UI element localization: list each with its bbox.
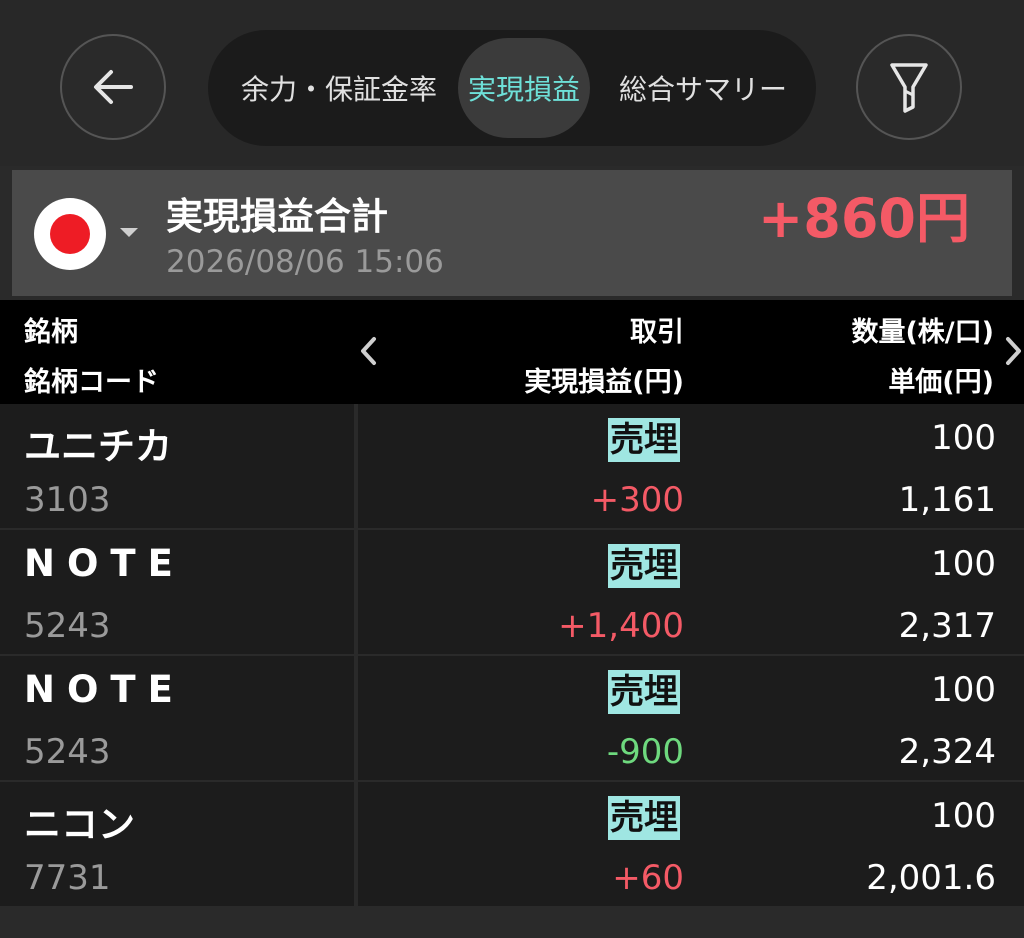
realized-pnl-value: +1,400 <box>558 606 684 646</box>
stock-code: 7731 <box>24 858 111 898</box>
stock-name: NOTE <box>24 668 185 711</box>
flag-circle <box>50 214 90 254</box>
arrow-left-icon <box>94 70 133 104</box>
stock-code: 3103 <box>24 480 111 520</box>
stock-name: NOTE <box>24 542 185 585</box>
segmented-tabs: 余力・保証金率 実現損益 総合サマリー <box>208 30 816 146</box>
tab-summary[interactable]: 総合サマリー <box>600 38 806 138</box>
realized-pnl-value: +300 <box>590 480 684 520</box>
trade-type-badge: 売埋 <box>608 796 680 840</box>
japan-flag-icon[interactable] <box>34 198 106 270</box>
trade-type-badge: 売埋 <box>608 670 680 714</box>
header-stock: 銘柄 <box>24 317 78 348</box>
stock-cell: NOTE 5243 <box>0 656 354 780</box>
tab-realized-pnl[interactable]: 実現損益 <box>458 38 590 138</box>
quantity-value: 100 <box>931 796 996 836</box>
chevron-left-icon[interactable] <box>358 336 380 366</box>
table-row[interactable]: ユニチカ 3103 売埋 +300 100 1,161 <box>0 404 1024 528</box>
unit-price-value: 2,324 <box>898 732 996 772</box>
stock-code: 5243 <box>24 732 111 772</box>
stock-name: ユニチカ <box>24 425 172 468</box>
table-header: 銘柄 銘柄コード 取引 実現損益(円) 数量(株/口) 単価(円) <box>0 300 1024 404</box>
detail-cell: 売埋 +300 100 1,161 <box>358 404 1024 528</box>
header-trade: 取引 <box>630 317 684 348</box>
stock-code: 5243 <box>24 606 111 646</box>
chevron-right-icon[interactable] <box>1002 336 1024 366</box>
unit-price-value: 2,001.6 <box>866 858 996 898</box>
summary-title: 実現損益合計 <box>166 195 388 238</box>
stock-name: ニコン <box>24 803 135 846</box>
filter-icon <box>890 63 928 113</box>
detail-cell: 売埋 +1,400 100 2,317 <box>358 530 1024 654</box>
quantity-value: 100 <box>931 418 996 458</box>
header-quantity: 数量(株/口) <box>851 317 994 348</box>
summary-total: +860円 <box>758 187 970 250</box>
detail-cell: 売埋 +60 100 2,001.6 <box>358 782 1024 906</box>
trade-type-badge: 売埋 <box>608 418 680 462</box>
stock-cell: NOTE 5243 <box>0 530 354 654</box>
quantity-value: 100 <box>931 544 996 584</box>
realized-pnl-value: -900 <box>606 732 684 772</box>
summary-timestamp: 2026/08/06 15:06 <box>166 244 444 280</box>
detail-cell: 売埋 -900 100 2,324 <box>358 656 1024 780</box>
stock-cell: ニコン 7731 <box>0 782 354 906</box>
back-button[interactable] <box>60 34 166 140</box>
header-unit-price: 単価(円) <box>888 367 994 398</box>
top-bar: 余力・保証金率 実現損益 総合サマリー <box>0 0 1024 166</box>
realized-pnl-value: +60 <box>612 858 684 898</box>
table-row[interactable]: NOTE 5243 売埋 +1,400 100 2,317 <box>0 530 1024 654</box>
caret-down-icon[interactable] <box>120 228 138 237</box>
quantity-value: 100 <box>931 670 996 710</box>
header-stock-code: 銘柄コード <box>24 367 159 398</box>
stock-cell: ユニチカ 3103 <box>0 404 354 528</box>
table-row[interactable]: ニコン 7731 売埋 +60 100 2,001.6 <box>0 782 1024 906</box>
filter-button[interactable] <box>856 34 962 140</box>
header-realized-pnl: 実現損益(円) <box>524 367 684 398</box>
table-row[interactable]: NOTE 5243 売埋 -900 100 2,324 <box>0 656 1024 780</box>
unit-price-value: 2,317 <box>898 606 996 646</box>
realized-pnl-summary: 実現損益合計 2026/08/06 15:06 +860円 <box>12 170 1012 296</box>
trade-type-badge: 売埋 <box>608 544 680 588</box>
unit-price-value: 1,161 <box>898 480 996 520</box>
tab-margin-ratio[interactable]: 余力・保証金率 <box>220 38 458 138</box>
